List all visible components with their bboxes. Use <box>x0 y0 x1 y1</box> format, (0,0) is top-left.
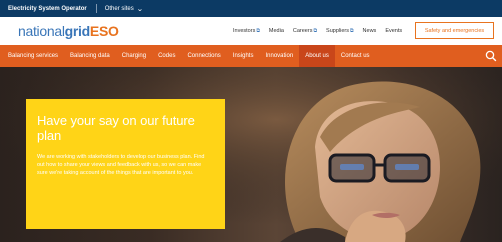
nav-item-charging[interactable]: Charging <box>116 45 152 67</box>
chevron-down-icon: ⌄ <box>136 5 144 13</box>
nav-item-connections[interactable]: Connections <box>181 45 226 67</box>
util-link-news[interactable]: News <box>363 28 377 34</box>
utility-links: Investors⧉ Media Careers⧉ Suppliers⧉ News Eve… <box>233 17 402 45</box>
promo-body: We are working with stakeholders to deve… <box>37 154 205 176</box>
logo-eso: ESO <box>89 23 119 39</box>
nav-item-contact-us[interactable]: Contact us <box>335 45 376 67</box>
util-link-suppliers[interactable]: Suppliers⧉ <box>326 28 354 34</box>
util-link-investors[interactable]: Investors⧉ <box>233 28 260 34</box>
divider <box>95 4 97 13</box>
search-icon[interactable] <box>484 49 498 63</box>
nav-item-codes[interactable]: Codes <box>152 45 181 67</box>
nav-item-balancing-data[interactable]: Balancing data <box>64 45 116 67</box>
nav-item-innovation[interactable]: Innovation <box>259 45 299 67</box>
top-utility-bar: Electricity System Operator Other sites … <box>0 0 502 17</box>
external-link-icon: ⧉ <box>256 28 260 34</box>
promo-headline[interactable]: Have your say on our future plan <box>37 113 214 143</box>
eso-site-link[interactable]: Electricity System Operator <box>8 6 87 12</box>
other-sites-label: Other sites <box>104 5 134 12</box>
nav-item-insights[interactable]: Insights <box>227 45 260 67</box>
external-link-icon: ⧉ <box>313 28 318 34</box>
util-link-careers[interactable]: Careers⧉ <box>293 28 317 34</box>
site-header: nationalgridESO Investors⧉ Media Careers⧉ S… <box>0 17 502 45</box>
util-link-media[interactable]: Media <box>269 28 284 34</box>
promo-card[interactable]: Have your say on our future plan We are … <box>26 99 225 229</box>
nav-item-balancing-services[interactable]: Balancing services <box>2 45 64 67</box>
other-sites-dropdown[interactable]: Other sites ⌄ <box>105 5 143 13</box>
safety-and-emergencies-button[interactable]: Safety and emergencies <box>415 22 494 39</box>
main-navigation: Balancing services Balancing data Charging… <box>0 45 502 67</box>
national-grid-eso-logo[interactable]: nationalgridESO <box>18 23 119 39</box>
util-link-events[interactable]: Events <box>385 28 402 34</box>
hero-banner: Have your say on our future plan We are … <box>0 67 502 242</box>
nav-item-about-us[interactable]: About us <box>299 45 335 67</box>
external-link-icon: ⧉ <box>349 28 354 34</box>
logo-national: nationalgrid <box>18 23 90 39</box>
